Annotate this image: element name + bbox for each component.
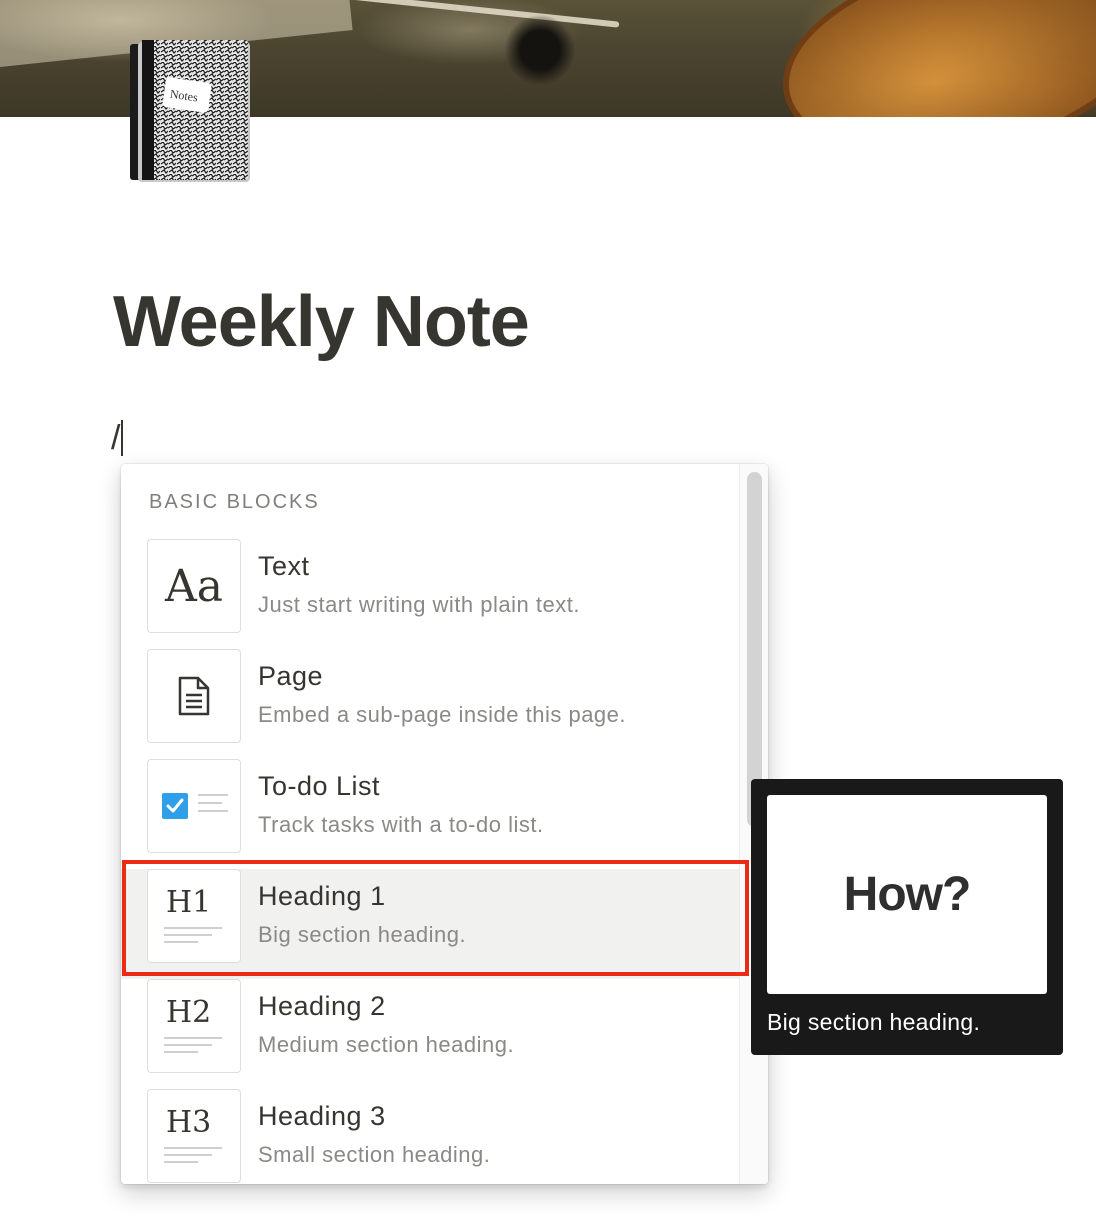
menu-item-label: To-do List — [258, 771, 381, 801]
page-icon — [147, 649, 241, 743]
section-header-basic-blocks: BASIC BLOCKS — [149, 491, 320, 513]
menu-item-label: Heading 2 — [258, 991, 386, 1021]
menu-item-description: Track tasks with a to-do list. — [258, 812, 544, 837]
cover-violin-shape — [764, 0, 1096, 117]
menu-item-heading-3[interactable]: H3 Heading 3 Small section heading. — [121, 1089, 739, 1184]
menu-item-page[interactable]: Page Embed a sub-page inside this page. — [121, 649, 739, 759]
heading-2-icon: H2 — [147, 979, 241, 1073]
cover-object-shape — [505, 15, 575, 85]
checkbox-icon — [147, 759, 241, 853]
menu-item-text[interactable]: Aa Text Just start writing with plain te… — [121, 539, 739, 649]
preview-card: How? — [767, 795, 1047, 994]
aa-glyph: Aa — [164, 560, 223, 612]
h2-glyph: H2 — [166, 995, 212, 1030]
slash-command-input[interactable]: / — [111, 418, 120, 458]
menu-item-description: Small section heading. — [258, 1142, 491, 1167]
composition-notebook-icon[interactable]: Notes — [128, 38, 252, 186]
preview-caption: Big section heading. — [767, 1009, 981, 1035]
menu-item-description: Medium section heading. — [258, 1032, 515, 1057]
slash-command-menu[interactable]: BASIC BLOCKS Aa Text Just start writing … — [121, 464, 768, 1184]
menu-item-label: Heading 3 — [258, 1101, 386, 1131]
heading-3-icon: H3 — [147, 1089, 241, 1183]
menu-item-heading-2[interactable]: H2 Heading 2 Medium section heading. — [121, 979, 739, 1089]
block-preview-tooltip: How? Big section heading. — [751, 779, 1063, 1055]
menu-item-label: Text — [258, 551, 310, 581]
menu-item-description: Embed a sub-page inside this page. — [258, 702, 627, 727]
menu-item-description: Just start writing with plain text. — [258, 592, 580, 617]
text-cursor — [121, 420, 123, 456]
annotation-highlight-box — [122, 860, 749, 976]
preview-card-text: How? — [843, 868, 972, 921]
page-title[interactable]: Weekly Note — [113, 280, 530, 364]
menu-scrollbar-thumb[interactable] — [747, 472, 762, 827]
text-block-icon: Aa — [147, 539, 241, 633]
h3-glyph: H3 — [166, 1105, 212, 1140]
menu-item-label: Page — [258, 661, 324, 691]
menu-item-todo-list[interactable]: To-do List Track tasks with a to-do list… — [121, 759, 739, 869]
